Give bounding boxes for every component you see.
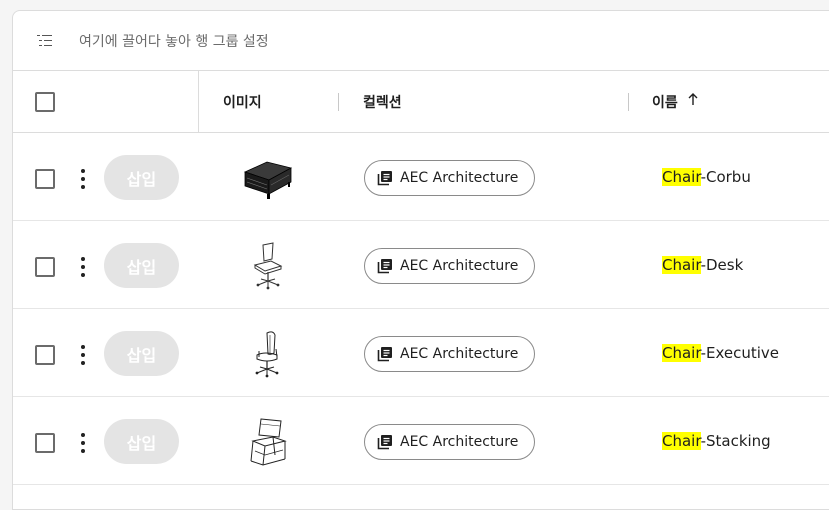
search-match-highlight: Chair xyxy=(662,168,701,186)
collection-chip[interactable]: AEC Architecture xyxy=(364,248,536,284)
item-name[interactable]: Chair-Desk xyxy=(662,256,743,274)
collection-chip-label: AEC Architecture xyxy=(400,346,519,362)
more-options-icon[interactable] xyxy=(77,256,89,278)
table-row[interactable]: 삽입 AEC Architecture Chair-Executive xyxy=(13,309,829,397)
sort-ascending-icon xyxy=(688,92,698,105)
row-select-checkbox[interactable] xyxy=(35,345,55,365)
item-name[interactable]: Chair-Stacking xyxy=(662,432,771,450)
row-select-checkbox[interactable] xyxy=(35,433,55,453)
insert-button[interactable]: 삽입 xyxy=(104,331,179,376)
executive-chair-image xyxy=(255,331,279,378)
row-select-checkbox[interactable] xyxy=(35,257,55,277)
search-match-highlight: Chair xyxy=(662,344,701,362)
column-header-name-label: 이름 xyxy=(652,94,678,111)
collection-library-icon xyxy=(377,435,392,450)
table-row[interactable]: 삽입 AEC Architecture Chair-Corbu xyxy=(13,133,829,221)
grid-header: 이미지 컬렉션 이름 xyxy=(13,71,829,133)
select-all-cell xyxy=(35,71,55,132)
column-header-collection[interactable]: 컬렉션 xyxy=(363,71,402,132)
insert-button[interactable]: 삽입 xyxy=(104,419,179,464)
insert-button[interactable]: 삽입 xyxy=(104,243,179,288)
stacking-chair-image xyxy=(242,416,294,468)
item-name-rest: -Corbu xyxy=(700,168,751,186)
table-row[interactable]: 삽입 AEC Architecture Chair-Desk xyxy=(13,221,829,309)
table-row[interactable]: 삽입 AEC Architecture Chair-Stacking xyxy=(13,397,829,485)
armchair-thumbnail xyxy=(241,151,295,205)
more-options-icon[interactable] xyxy=(77,432,89,454)
collection-chip[interactable]: AEC Architecture xyxy=(364,160,536,196)
item-name-rest: -Executive xyxy=(700,344,780,362)
item-name-rest: -Stacking xyxy=(700,432,771,450)
collection-library-icon xyxy=(377,171,392,186)
collection-chip[interactable]: AEC Architecture xyxy=(364,424,536,460)
insert-button[interactable]: 삽입 xyxy=(104,155,179,200)
desk-chair-thumbnail xyxy=(241,239,295,293)
item-name[interactable]: Chair-Executive xyxy=(662,344,779,362)
select-all-checkbox[interactable] xyxy=(35,91,55,112)
item-name[interactable]: Chair-Corbu xyxy=(662,168,751,186)
group-rows-icon xyxy=(37,34,53,48)
collection-library-icon xyxy=(377,259,392,274)
armchair-image xyxy=(243,161,293,199)
stacking-chair-thumbnail xyxy=(241,415,295,469)
column-resize-handle[interactable] xyxy=(628,93,629,111)
more-options-icon[interactable] xyxy=(77,168,89,190)
collection-library-icon xyxy=(377,347,392,362)
search-match-highlight: Chair xyxy=(662,432,701,450)
collection-chip[interactable]: AEC Architecture xyxy=(364,336,536,372)
collection-chip-label: AEC Architecture xyxy=(400,170,519,186)
item-name-rest: -Desk xyxy=(700,256,744,274)
column-separator[interactable] xyxy=(198,71,199,132)
collection-chip-label: AEC Architecture xyxy=(400,258,519,274)
desk-chair-image xyxy=(242,240,294,292)
library-grid-panel: 여기에 끌어다 놓아 행 그룹 설정 이미지 컬렉션 이름 삽입 AEC Arc… xyxy=(12,10,829,510)
collection-chip-label: AEC Architecture xyxy=(400,434,519,450)
column-header-image[interactable]: 이미지 xyxy=(223,71,262,132)
more-options-icon[interactable] xyxy=(77,344,89,366)
executive-chair-thumbnail xyxy=(241,327,295,381)
column-resize-handle[interactable] xyxy=(338,93,339,111)
row-group-drop-zone[interactable]: 여기에 끌어다 놓아 행 그룹 설정 xyxy=(13,11,829,71)
group-drop-placeholder: 여기에 끌어다 놓아 행 그룹 설정 xyxy=(79,33,269,50)
row-select-checkbox[interactable] xyxy=(35,169,55,189)
search-match-highlight: Chair xyxy=(662,256,701,274)
column-header-name[interactable]: 이름 xyxy=(652,71,700,132)
